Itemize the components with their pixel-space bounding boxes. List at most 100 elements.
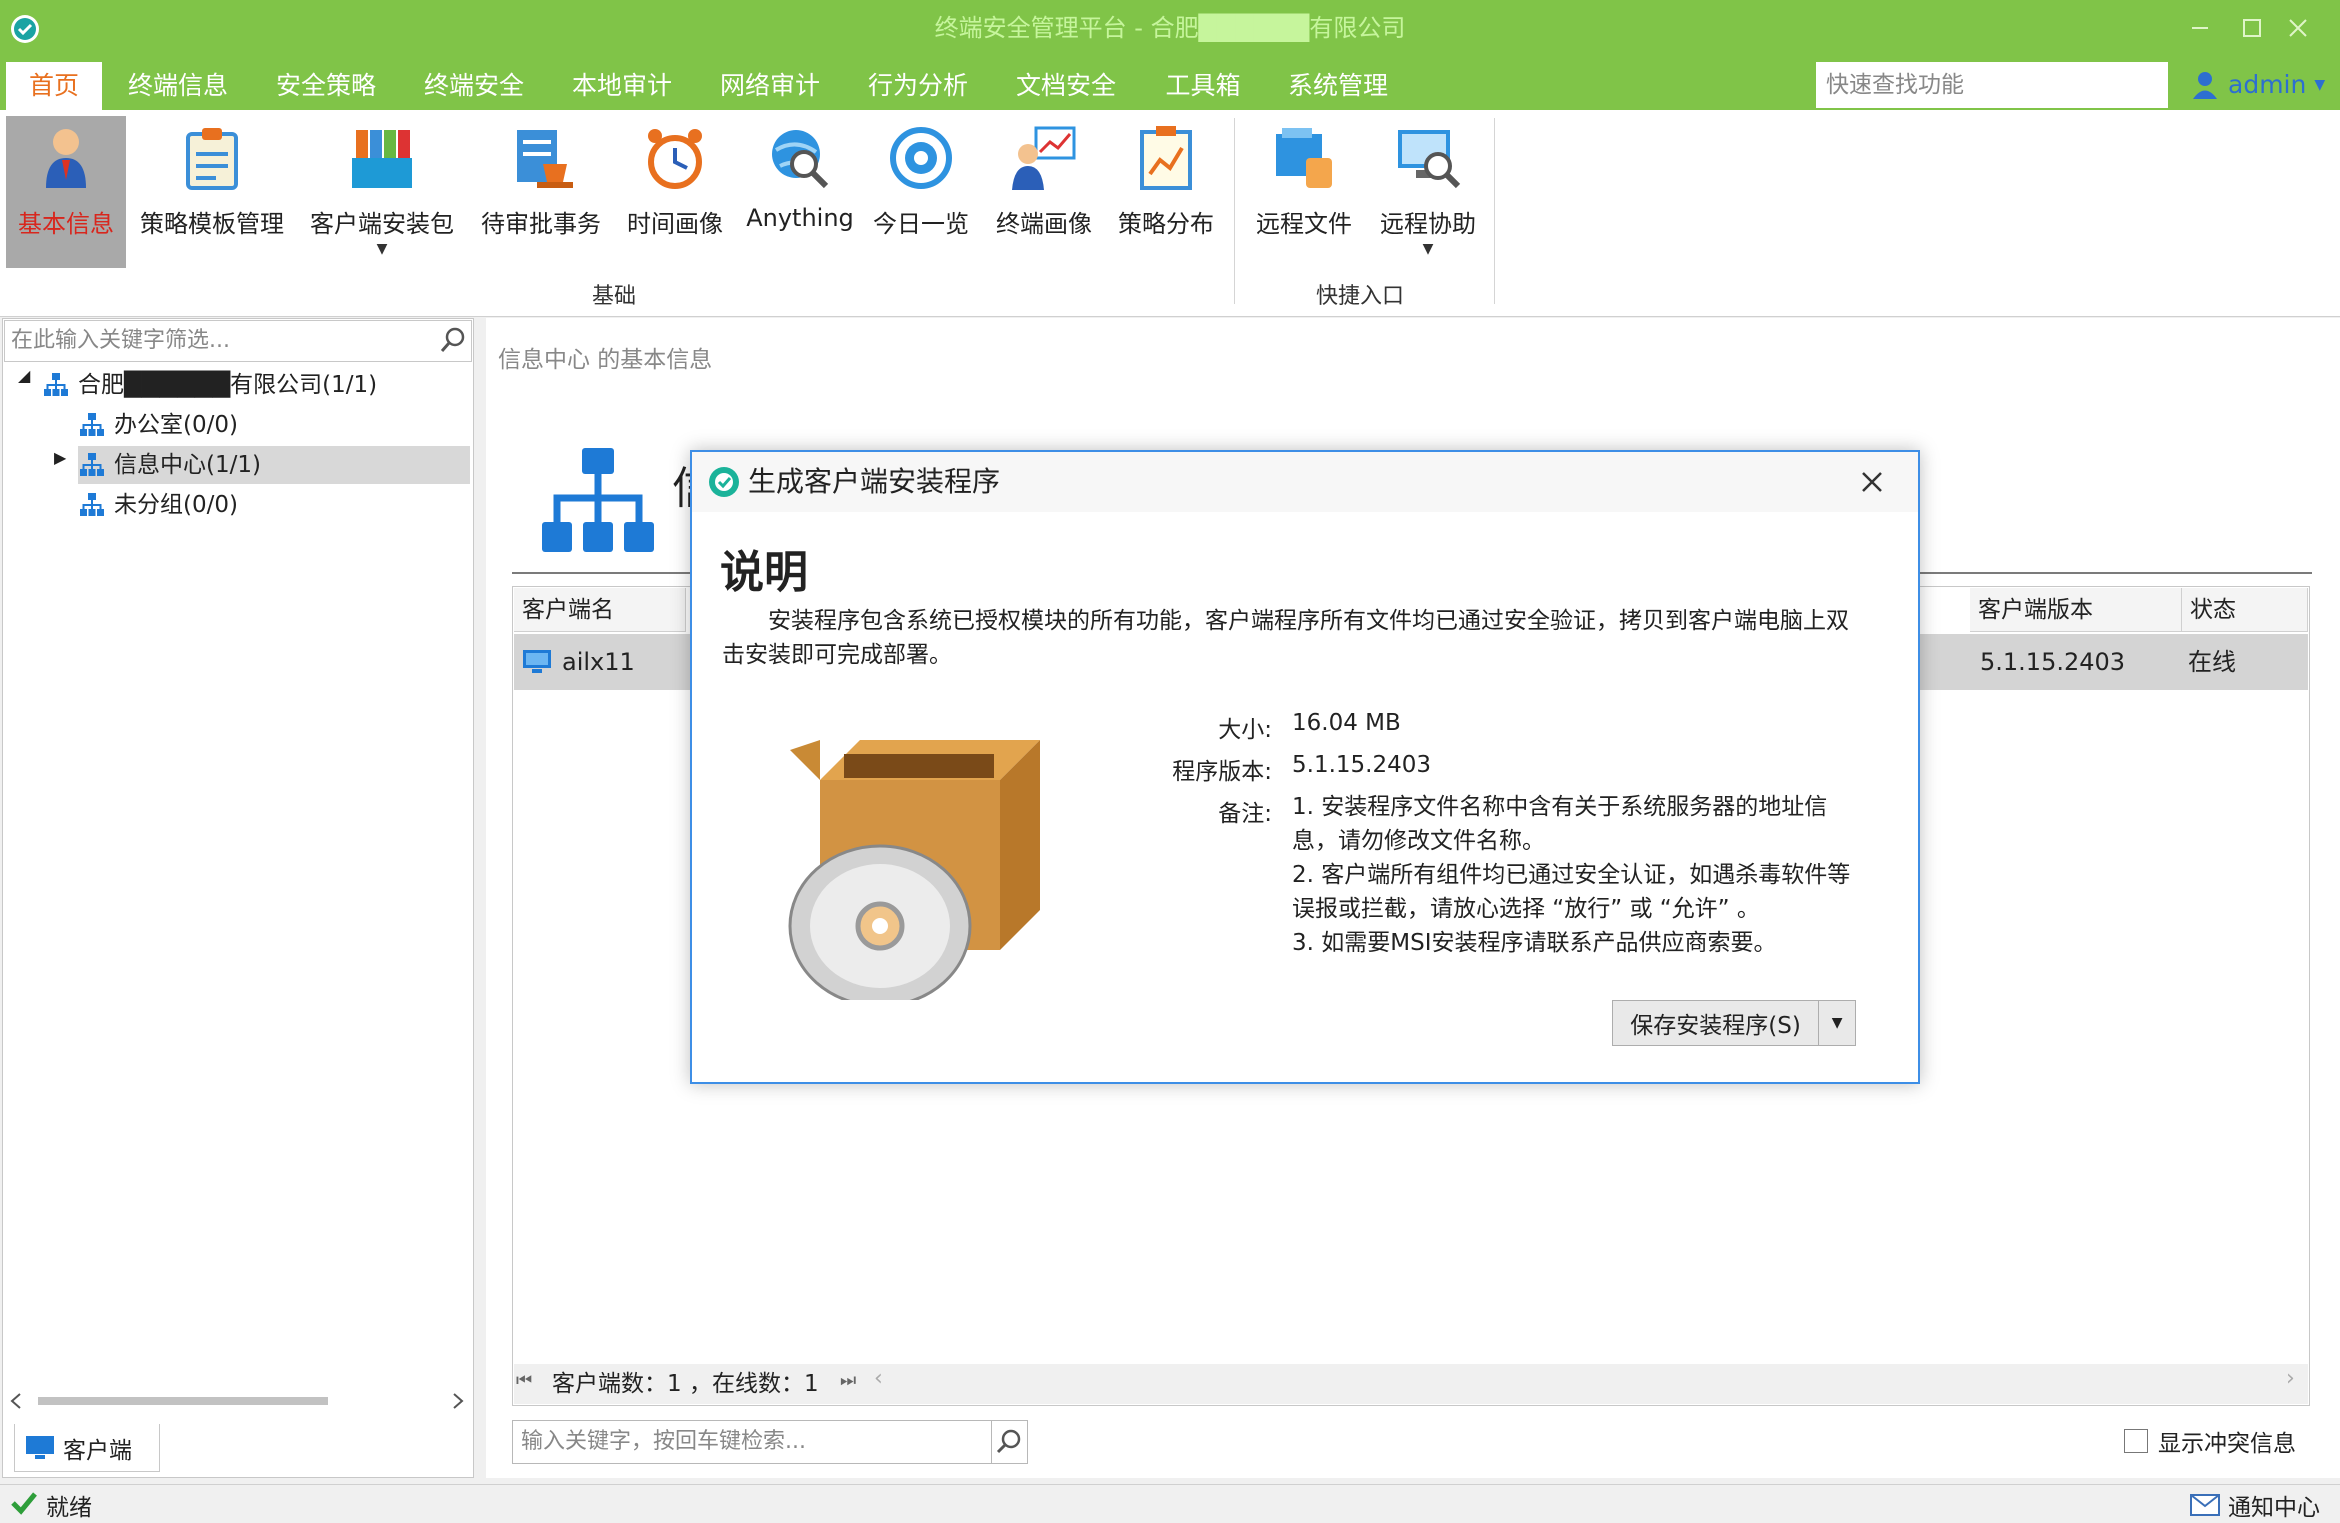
cell-client-version: 5.1.15.2403 <box>1980 648 2126 676</box>
column-client-version[interactable]: 客户端版本 <box>1970 588 2182 632</box>
client-count: 客户端数：1 ，在线数：1 <box>552 1371 819 1397</box>
show-conflict-checkbox[interactable]: 显示冲突信息 <box>2124 1424 2296 1458</box>
save-installer-button[interactable]: 保存安装程序(S) ▼ <box>1612 1000 1856 1046</box>
tab-security-policy[interactable]: 安全策略 <box>270 62 382 110</box>
tab-network-audit[interactable]: 网络审计 <box>714 62 826 110</box>
tab-client[interactable]: 客户端 <box>14 1424 160 1472</box>
dropdown-arrow-icon: ▼ <box>376 241 388 257</box>
monitor-icon <box>26 1435 54 1459</box>
tree-item-ungrouped[interactable]: 未分组(0/0) <box>78 486 468 524</box>
close-window-button[interactable] <box>2266 0 2330 56</box>
quick-search-input[interactable]: 快速查找功能 <box>1816 62 2168 108</box>
note-3: 3. 如需要MSI安装程序请联系产品供应商索要。 <box>1292 930 1777 956</box>
dialog-description: 安装程序包含系统已授权模块的所有功能，客户端程序所有文件均已通过安全验证，拷贝到… <box>722 608 1849 668</box>
ribbon-separator <box>1494 118 1495 304</box>
close-icon <box>2289 19 2307 37</box>
version-label: 程序版本: <box>1172 759 1272 785</box>
check-icon <box>10 1490 38 1516</box>
tree-root[interactable]: 合肥██████有限公司(1/1) <box>42 366 462 404</box>
tab-system-management[interactable]: 系统管理 <box>1282 62 1394 110</box>
minimize-icon <box>2192 27 2208 29</box>
maximize-icon <box>2243 19 2261 37</box>
cell-status: 在线 <box>2188 648 2236 676</box>
tab-document-security[interactable]: 文档安全 <box>1010 62 1122 110</box>
tree-item-info-center[interactable]: 信息中心(1/1) <box>78 446 470 484</box>
version-value: 5.1.15.2403 <box>1292 752 1431 778</box>
ribbon-time-portrait[interactable]: 时间画像 <box>614 116 736 268</box>
package-disc-icon <box>780 730 1060 1000</box>
ribbon-policy-distribution[interactable]: 策略分布 <box>1108 116 1224 268</box>
ribbon-remote-file[interactable]: 远程文件 <box>1244 116 1364 268</box>
remote-folder-icon <box>1276 128 1332 188</box>
ribbon-remote-assist[interactable]: 远程协助 ▼ <box>1370 116 1486 268</box>
tab-terminal-info[interactable]: 终端信息 <box>122 62 234 110</box>
column-status[interactable]: 状态 <box>2182 588 2308 632</box>
scroll-right-icon[interactable]: › <box>2286 1366 2295 1391</box>
user-icon <box>2193 72 2217 99</box>
dialog-heading: 说明 <box>720 547 808 598</box>
note-1: 1. 安装程序文件名称中含有关于系统服务器的地址信息，请勿修改文件名称。 <box>1292 794 1828 854</box>
org-icon <box>80 413 104 436</box>
alarm-clock-icon <box>648 129 702 189</box>
ribbon-policy-template[interactable]: 策略模板管理 <box>134 116 290 268</box>
approval-stamp-icon <box>517 130 573 188</box>
status-bar <box>0 1484 2340 1523</box>
breadcrumb: 信息中心 的基本信息 <box>498 347 713 373</box>
size-label: 大小: <box>1218 717 1272 743</box>
report-chart-icon <box>1140 126 1192 190</box>
dropdown-arrow-icon: ▼ <box>1422 241 1434 257</box>
package-folder-icon <box>352 130 412 188</box>
ribbon-today-overview[interactable]: 今日一览 <box>866 116 976 268</box>
keyword-search-input[interactable]: 输入关键字，按回车键检索... <box>512 1420 992 1464</box>
tree-expand-icon[interactable]: ▶ <box>54 448 66 467</box>
org-icon <box>44 373 68 396</box>
search-icon <box>440 327 465 352</box>
scroll-left-icon[interactable]: ‹ <box>874 1366 883 1391</box>
notification-center[interactable]: 通知中心 <box>2190 1488 2320 1522</box>
tab-home[interactable]: 首页 <box>6 62 102 110</box>
person-icon <box>46 129 86 188</box>
tab-local-audit[interactable]: 本地审计 <box>566 62 678 110</box>
checkbox[interactable] <box>2124 1429 2148 1453</box>
ribbon-terminal-portrait[interactable]: 终端画像 <box>986 116 1102 268</box>
ribbon-separator <box>1234 118 1235 304</box>
org-icon <box>80 493 104 516</box>
eye-target-icon <box>890 127 952 189</box>
clipboard-icon <box>186 128 238 190</box>
tree-item-office[interactable]: 办公室(0/0) <box>78 406 468 444</box>
note-label: 备注: <box>1218 801 1272 827</box>
ribbon-group-shortcut: 快捷入口 <box>1316 284 1405 309</box>
user-menu[interactable]: admin ▼ <box>2190 62 2325 108</box>
presenter-chart-icon <box>1012 126 1076 190</box>
ribbon-anything[interactable]: Anything <box>742 116 858 268</box>
ribbon-basic-info[interactable]: 基本信息 <box>6 116 126 268</box>
tree-collapse-icon[interactable]: ◢ <box>18 366 30 385</box>
search-icon <box>996 1429 1021 1454</box>
chevron-down-icon[interactable]: ▼ <box>1819 1015 1855 1031</box>
tree-horizontal-scrollbar[interactable] <box>4 1388 470 1414</box>
mail-icon <box>2190 1494 2220 1516</box>
column-client-name[interactable]: 客户端名 <box>514 588 686 632</box>
tab-toolbox[interactable]: 工具箱 <box>1158 62 1248 110</box>
tab-behavior-analysis[interactable]: 行为分析 <box>862 62 974 110</box>
cell-client-name: ailx11 <box>522 634 635 690</box>
chevron-down-icon: ▼ <box>2314 77 2326 93</box>
keyword-search-button[interactable] <box>992 1420 1028 1464</box>
dialog-shield-icon <box>708 466 740 498</box>
note-2: 2. 客户端所有组件均已通过安全认证，如遇杀毒软件等误报或拦截，请放心选择 “放… <box>1292 862 1851 922</box>
tree-search-button[interactable] <box>440 326 466 354</box>
org-large-icon <box>538 446 658 556</box>
dialog-title: 生成客户端安装程序 <box>748 465 1001 498</box>
user-name: admin <box>2228 70 2307 99</box>
last-page-icon[interactable]: ⏭ <box>840 1370 856 1391</box>
status-text: 就绪 <box>46 1495 92 1521</box>
close-icon <box>1862 472 1882 492</box>
globe-search-icon <box>772 130 829 189</box>
tab-terminal-security[interactable]: 终端安全 <box>418 62 530 110</box>
ribbon-pending-approval[interactable]: 待审批事务 <box>474 116 608 268</box>
dialog-close-button[interactable] <box>1852 462 1892 502</box>
ribbon-client-package[interactable]: 客户端安装包 ▼ <box>300 116 464 268</box>
app-shield-icon <box>10 14 40 44</box>
first-page-icon[interactable]: ⏮ <box>516 1370 532 1391</box>
tree-filter-input[interactable]: 在此输入关键字筛选... <box>4 320 472 362</box>
